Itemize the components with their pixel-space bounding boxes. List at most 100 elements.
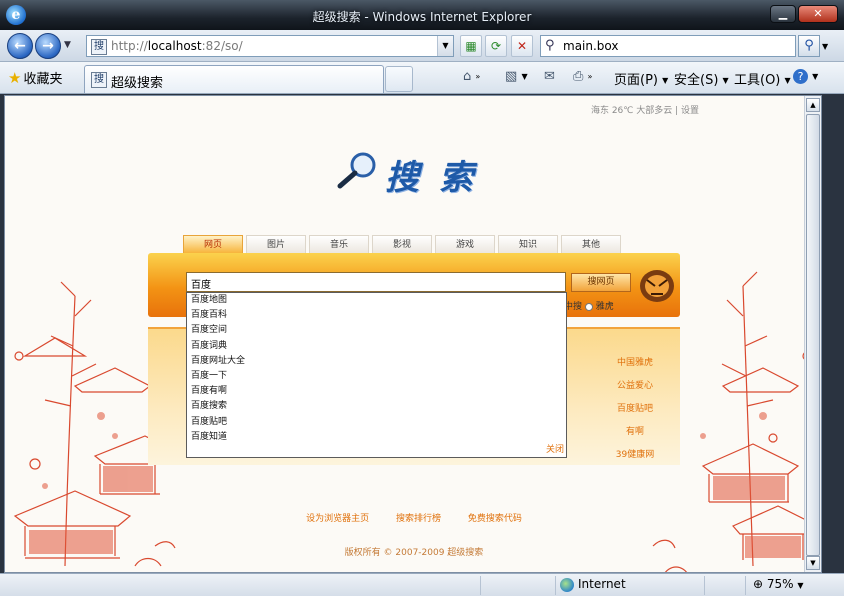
browser-tab[interactable]: 搜 超级搜索 bbox=[84, 65, 384, 93]
compatibility-view-button[interactable]: ▦ bbox=[460, 35, 482, 57]
tools-menu[interactable]: 工具(O) ▼ bbox=[734, 69, 791, 88]
tab-webpage-label: 网页 bbox=[203, 240, 222, 250]
tab-images[interactable]: 图片 bbox=[246, 235, 306, 253]
tab-games-label: 游戏 bbox=[455, 240, 474, 250]
link-charity[interactable]: 公益爱心 bbox=[595, 378, 675, 401]
tab-favicon-icon: 搜 bbox=[91, 72, 107, 88]
tiger-emblem-icon bbox=[640, 270, 674, 302]
search-box[interactable]: ⚲ main.box bbox=[540, 35, 796, 57]
footer-links: 设为浏览器主页 搜索排行榜 免费搜索代码 bbox=[5, 511, 821, 524]
search-web-button[interactable]: 搜网页 bbox=[571, 273, 631, 292]
tab-images-label: 图片 bbox=[266, 240, 285, 250]
tab-video-label: 影视 bbox=[392, 240, 411, 250]
site-favicon-icon: 搜 bbox=[91, 39, 107, 55]
popup-blocker-icon[interactable] bbox=[480, 576, 510, 595]
feeds-button[interactable]: ▧ ▼ bbox=[505, 69, 528, 84]
vertical-scrollbar[interactable]: ▲ ▼ bbox=[804, 96, 821, 572]
search-ranking-link[interactable]: 搜索排行榜 bbox=[396, 514, 441, 524]
suggestion-item[interactable]: 百度一下 bbox=[187, 369, 566, 384]
scroll-down-icon[interactable]: ▼ bbox=[806, 556, 820, 570]
minimize-button[interactable]: ▁ bbox=[770, 5, 796, 23]
radio-yahoo-label[interactable]: 雅虎 bbox=[596, 302, 614, 312]
suggestion-item[interactable]: 百度网址大全 bbox=[187, 354, 566, 369]
search-category-tabs: 网页 图片 音乐 影视 游戏 知识 其他 bbox=[183, 235, 621, 253]
address-dropdown-icon[interactable]: ▼ bbox=[437, 36, 453, 56]
search-icon: ⚲ bbox=[804, 38, 814, 53]
address-field[interactable]: 搜 http://localhost:82/so/ ▼ bbox=[86, 35, 454, 57]
minimize-icon: ▁ bbox=[778, 7, 788, 20]
search-options-dropdown[interactable]: ▼ bbox=[822, 42, 828, 51]
compatibility-icon: ▦ bbox=[465, 39, 477, 53]
new-tab-button[interactable] bbox=[385, 66, 413, 92]
mail-button[interactable]: ✉ bbox=[544, 69, 555, 84]
site-logo: 搜索 bbox=[335, 148, 505, 198]
scroll-thumb[interactable] bbox=[806, 114, 820, 556]
weather-info: 海东 26℃ 大部多云 | 设置 bbox=[590, 106, 699, 116]
rss-feed-icon: ▧ bbox=[505, 69, 518, 84]
suggestion-item[interactable]: 百度贴吧 bbox=[187, 415, 566, 430]
tab-title: 超级搜索 bbox=[111, 76, 164, 91]
mail-icon: ✉ bbox=[544, 69, 555, 84]
link-baidu-tieba[interactable]: 百度贴吧 bbox=[595, 401, 675, 424]
refresh-icon: ⟳ bbox=[490, 39, 502, 53]
star-icon: ★ bbox=[8, 69, 22, 87]
logo-text: 搜索 bbox=[385, 158, 493, 198]
close-button[interactable]: ✕ bbox=[798, 5, 838, 23]
suggestion-item[interactable]: 百度有啊 bbox=[187, 384, 566, 399]
tab-knowledge-label: 知识 bbox=[518, 240, 537, 250]
link-youa[interactable]: 有啊 bbox=[595, 424, 675, 447]
tab-music[interactable]: 音乐 bbox=[309, 235, 369, 253]
tab-games[interactable]: 游戏 bbox=[435, 235, 495, 253]
suggestion-item[interactable]: 百度地图 bbox=[187, 293, 566, 308]
search-go-button[interactable]: ⚲ bbox=[798, 35, 820, 57]
link-china-yahoo[interactable]: 中国雅虎 bbox=[595, 355, 675, 378]
suggestion-close-button[interactable]: 关闭 bbox=[546, 442, 564, 455]
home-icon: ⌂ bbox=[463, 69, 472, 84]
tab-video[interactable]: 影视 bbox=[372, 235, 432, 253]
safety-menu[interactable]: 安全(S) ▼ bbox=[674, 69, 729, 88]
command-bar: ★ 收藏夹 搜 超级搜索 ⌂ » ▧ ▼ ✉ ⎙ » 页面(P) ▼ 安全(S) … bbox=[0, 62, 844, 94]
free-search-code-link[interactable]: 免费搜索代码 bbox=[468, 514, 522, 524]
suggestion-item[interactable]: 百度搜索 bbox=[187, 399, 566, 414]
suggestion-item[interactable]: 百度空间 bbox=[187, 323, 566, 338]
protected-mode-cell[interactable] bbox=[704, 576, 744, 595]
zoom-icon: ⊕ bbox=[753, 577, 764, 591]
search-box-text: main.box bbox=[563, 39, 619, 53]
scroll-up-icon[interactable]: ▲ bbox=[806, 98, 820, 112]
autocomplete-dropdown: 百度地图 百度百科 百度空间 百度词典 百度网址大全 百度一下 百度有啊 百度搜… bbox=[186, 292, 567, 458]
suggestion-item[interactable]: 百度百科 bbox=[187, 308, 566, 323]
forward-button[interactable]: → bbox=[35, 33, 61, 59]
close-icon: ✕ bbox=[813, 7, 823, 20]
recent-pages-dropdown[interactable]: ▼ bbox=[64, 40, 71, 50]
link-39-health[interactable]: 39健康网 bbox=[595, 447, 675, 470]
tab-webpage[interactable]: 网页 bbox=[183, 235, 243, 253]
address-url: http://localhost:82/so/ bbox=[111, 39, 243, 53]
window-title: 超级搜索 - Windows Internet Explorer bbox=[312, 10, 532, 24]
refresh-button[interactable]: ⟳ bbox=[485, 35, 507, 57]
status-bar: Internet ⊕ 75% ▼ bbox=[0, 573, 844, 596]
help-icon: ? bbox=[793, 69, 808, 84]
print-button[interactable]: ⎙ » bbox=[573, 69, 592, 84]
home-button[interactable]: ⌂ » bbox=[463, 69, 480, 84]
suggestion-item[interactable]: 百度知道 bbox=[187, 430, 566, 445]
back-button[interactable]: ← bbox=[7, 33, 33, 59]
page-menu[interactable]: 页面(P) ▼ bbox=[614, 69, 668, 88]
suggestion-item[interactable]: 百度词典 bbox=[187, 339, 566, 354]
tab-other-label: 其他 bbox=[581, 240, 600, 250]
stop-button[interactable]: ✕ bbox=[511, 35, 533, 57]
radio-yahoo[interactable] bbox=[584, 302, 593, 311]
magnifier-logo-icon bbox=[337, 152, 376, 189]
query-input[interactable]: 百度 bbox=[186, 272, 566, 292]
engine-radio-group: 中搜 雅虎 bbox=[564, 299, 614, 312]
side-links: 中国雅虎 公益爱心 百度贴吧 有啊 39健康网 bbox=[595, 355, 675, 470]
favorites-button[interactable]: ★ 收藏夹 bbox=[8, 68, 62, 87]
tab-other[interactable]: 其他 bbox=[561, 235, 621, 253]
set-homepage-link[interactable]: 设为浏览器主页 bbox=[306, 514, 369, 524]
tab-knowledge[interactable]: 知识 bbox=[498, 235, 558, 253]
back-arrow-icon: ← bbox=[14, 38, 26, 54]
help-button[interactable]: ? ▼ bbox=[793, 69, 818, 84]
globe-icon bbox=[560, 577, 574, 592]
window-controls: ▁ ✕ bbox=[770, 5, 838, 23]
stop-icon: ✕ bbox=[516, 39, 528, 53]
zoom-level[interactable]: ⊕ 75% ▼ bbox=[753, 577, 804, 591]
